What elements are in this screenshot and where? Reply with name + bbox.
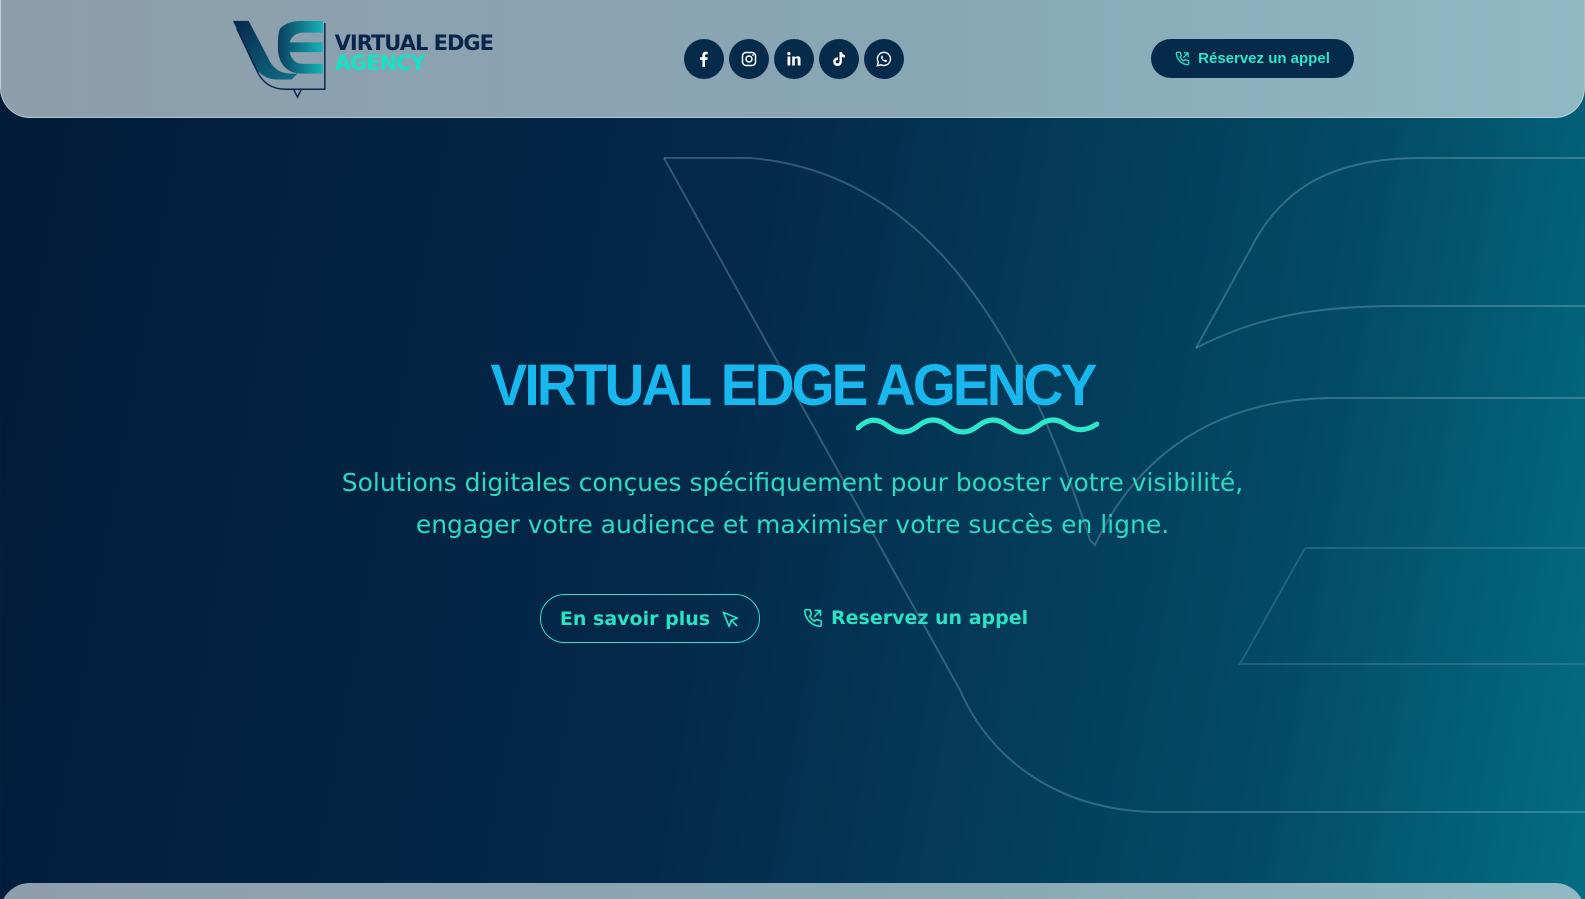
hero-subtitle-line2: engager votre audience et maximiser votr…	[415, 510, 1170, 539]
header-book-call-button[interactable]: Réservez un appel	[1151, 39, 1354, 78]
hero-subtitle: Solutions digitales conçues spécifiqueme…	[200, 462, 1385, 546]
hero-subtitle-line1: Solutions digitales conçues spécifiqueme…	[341, 468, 1244, 497]
instagram-icon	[741, 51, 757, 67]
hero-title: VIRTUAL EDGE AGENCY	[490, 353, 1097, 418]
learn-more-button[interactable]: En savoir plus	[540, 594, 760, 643]
phone-outgoing-icon	[1175, 51, 1190, 66]
site-header: VIRTUAL EDGE AGENCY Réservez un appel	[0, 0, 1585, 118]
whatsapp-icon	[876, 51, 892, 67]
background-logo-outline	[663, 157, 1585, 813]
learn-more-label: En savoir plus	[559, 607, 711, 630]
tiktok-icon	[833, 52, 845, 66]
linkedin-icon	[787, 52, 801, 66]
phone-outgoing-icon	[803, 608, 823, 628]
cursor-arrow-icon	[722, 611, 739, 627]
facebook-link[interactable]	[684, 39, 724, 79]
header-book-call-label: Réservez un appel	[1198, 50, 1330, 67]
brand-logo[interactable]: VIRTUAL EDGE AGENCY	[233, 18, 494, 100]
ve-logo-icon	[233, 20, 326, 99]
social-links	[684, 39, 904, 79]
logo-text-line2: AGENCY	[334, 51, 426, 75]
hero-book-call-link[interactable]: Reservez un appel	[803, 600, 1028, 636]
squiggle-underline	[856, 417, 1099, 435]
facebook-icon	[700, 51, 708, 67]
tiktok-link[interactable]	[819, 39, 859, 79]
whatsapp-link[interactable]	[864, 39, 904, 79]
instagram-link[interactable]	[729, 39, 769, 79]
hero-book-call-label: Reservez un appel	[831, 607, 1029, 629]
linkedin-link[interactable]	[774, 39, 814, 79]
next-section-panel	[0, 883, 1585, 899]
